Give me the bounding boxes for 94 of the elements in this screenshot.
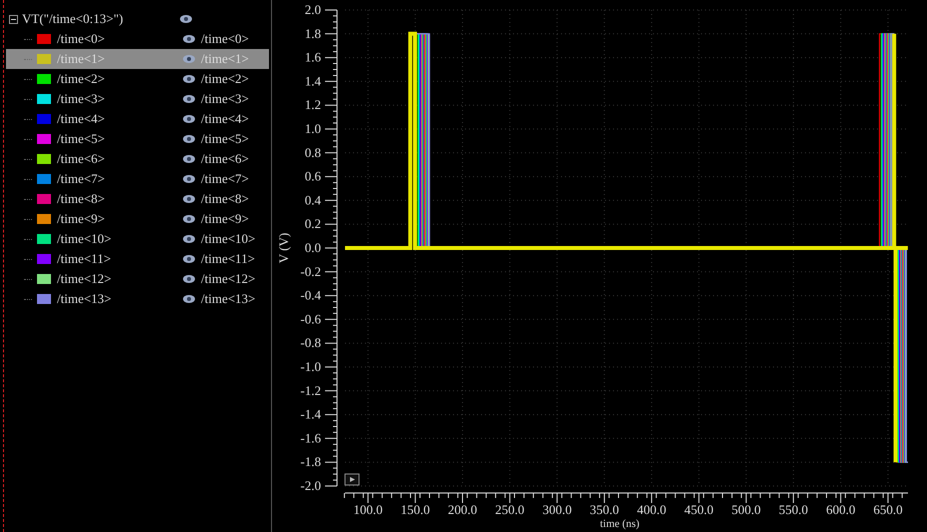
- trace-name: /time<6>: [201, 151, 249, 167]
- signal-row[interactable]: /time<10> /time<10>: [6, 229, 269, 249]
- y-tick-label: -2.0: [300, 478, 321, 493]
- signal-row[interactable]: /time<12> /time<12>: [6, 269, 269, 289]
- y-tick-label: 1.4: [304, 73, 321, 88]
- signal-row[interactable]: /time<7> /time<7>: [6, 169, 269, 189]
- signal-name: /time<0>: [57, 31, 106, 47]
- y-tick-label: -1.0: [300, 359, 321, 374]
- signal-row[interactable]: /time<9> /time<9>: [6, 209, 269, 229]
- trace-name: /time<8>: [201, 191, 249, 207]
- eye-icon[interactable]: [183, 275, 195, 283]
- signal-name: /time<8>: [57, 191, 106, 207]
- y-tick-label: 0.2: [304, 216, 321, 232]
- eye-icon[interactable]: [183, 215, 195, 223]
- y-tick-label: 1.8: [304, 26, 321, 41]
- x-tick-label: 300.0: [542, 502, 572, 517]
- x-tick-label: 400.0: [637, 502, 666, 517]
- x-tick-label: 500.0: [732, 502, 761, 517]
- trace-name: /time<4>: [201, 111, 249, 127]
- y-tick-label: 0.6: [304, 168, 321, 184]
- trace-name: /time<11>: [201, 251, 255, 267]
- y-axis-title: V (V): [276, 232, 291, 264]
- y-tick-label: 2.0: [304, 2, 321, 17]
- signal-name: /time<12>: [57, 271, 112, 287]
- collapse-toggle[interactable]: [9, 14, 18, 24]
- x-tick-label: 450.0: [684, 502, 714, 517]
- y-tick-label: -1.6: [300, 430, 321, 446]
- eye-icon[interactable]: [183, 255, 195, 263]
- signal-row[interactable]: /time<8> /time<8>: [6, 189, 269, 209]
- eye-icon[interactable]: [183, 235, 195, 243]
- x-tick-label: 150.0: [400, 502, 430, 517]
- y-tick-label: 1.0: [304, 121, 321, 136]
- y-tick-label: 0.8: [304, 144, 321, 160]
- y-tick-label: 0.0: [304, 240, 321, 255]
- trace-name: /time<5>: [201, 131, 249, 147]
- signal-name: /time<6>: [57, 151, 106, 167]
- trace-name: /time<0>: [201, 31, 249, 47]
- tree-node-label[interactable]: VT("/time<0:13>"): [22, 11, 180, 27]
- signal-name: /time<4>: [57, 111, 106, 127]
- signal-name: /time<9>: [57, 211, 106, 227]
- y-tick-label: 1.6: [304, 50, 321, 65]
- y-tick-label: -1.2: [300, 382, 321, 398]
- signal-name: /time<5>: [57, 131, 106, 147]
- trace-name: /time<12>: [201, 271, 256, 287]
- trace-name: /time<13>: [201, 291, 256, 307]
- signal-row[interactable]: /time<5> /time<5>: [6, 129, 269, 149]
- x-tick-label: 550.0: [778, 502, 808, 517]
- x-tick-label: 250.0: [495, 502, 524, 517]
- x-tick-label: 100.0: [353, 502, 383, 517]
- trace-name: /time<2>: [201, 71, 249, 87]
- eye-icon[interactable]: [180, 15, 192, 23]
- signal-row[interactable]: /time<11> /time<11>: [6, 249, 269, 269]
- eye-icon[interactable]: [183, 155, 195, 163]
- y-tick-label: -0.4: [300, 288, 321, 303]
- y-tick-label: -1.8: [300, 454, 321, 470]
- x-tick-label: 200.0: [448, 502, 478, 517]
- eye-icon[interactable]: [183, 95, 195, 103]
- trace-name: /time<3>: [201, 91, 249, 107]
- trace-name: /time<10>: [201, 231, 256, 247]
- eye-icon[interactable]: [183, 295, 195, 303]
- signal-name: /time<10>: [57, 231, 112, 247]
- x-tick-label: 650.0: [873, 502, 903, 517]
- trace-name: /time<7>: [201, 171, 249, 187]
- x-axis-title: time (ns): [600, 518, 640, 530]
- eye-icon[interactable]: [183, 175, 195, 183]
- eye-icon[interactable]: [183, 135, 195, 143]
- signal-name: /time<11>: [57, 251, 112, 267]
- trace-name: /time<1>: [201, 51, 249, 67]
- signal-name: /time<1>: [57, 51, 106, 67]
- y-tick-label: -0.2: [300, 264, 321, 279]
- eye-icon[interactable]: [183, 75, 195, 83]
- eye-icon[interactable]: [183, 55, 195, 63]
- x-tick-label: 350.0: [590, 502, 619, 517]
- y-tick-label: 0.4: [304, 192, 321, 208]
- y-tick-label: -0.8: [300, 335, 321, 350]
- trace-name: /time<9>: [201, 211, 249, 227]
- signal-name: /time<2>: [57, 71, 106, 87]
- signal-row[interactable]: /time<2> /time<2>: [6, 69, 269, 89]
- play-icon[interactable]: [344, 474, 360, 486]
- signal-name: /time<7>: [57, 171, 106, 187]
- signal-row[interactable]: /time<6> /time<6>: [6, 149, 269, 169]
- y-tick-label: 1.2: [304, 97, 321, 112]
- y-tick-label: -1.4: [300, 406, 321, 422]
- signal-row[interactable]: /time<0> /time<0>: [6, 29, 269, 49]
- signal-name: /time<13>: [57, 291, 112, 307]
- eye-icon[interactable]: [183, 35, 195, 43]
- eye-icon[interactable]: [183, 195, 195, 203]
- y-tick-label: -0.6: [300, 311, 321, 326]
- eye-icon[interactable]: [183, 115, 195, 123]
- signal-row[interactable]: /time<3> /time<3>: [6, 89, 269, 109]
- signal-row[interactable]: /time<13> /time<13>: [6, 289, 269, 309]
- x-tick-label: 600.0: [826, 502, 856, 517]
- signal-name: /time<3>: [57, 91, 106, 107]
- signal-row[interactable]: /time<4> /time<4>: [6, 109, 269, 129]
